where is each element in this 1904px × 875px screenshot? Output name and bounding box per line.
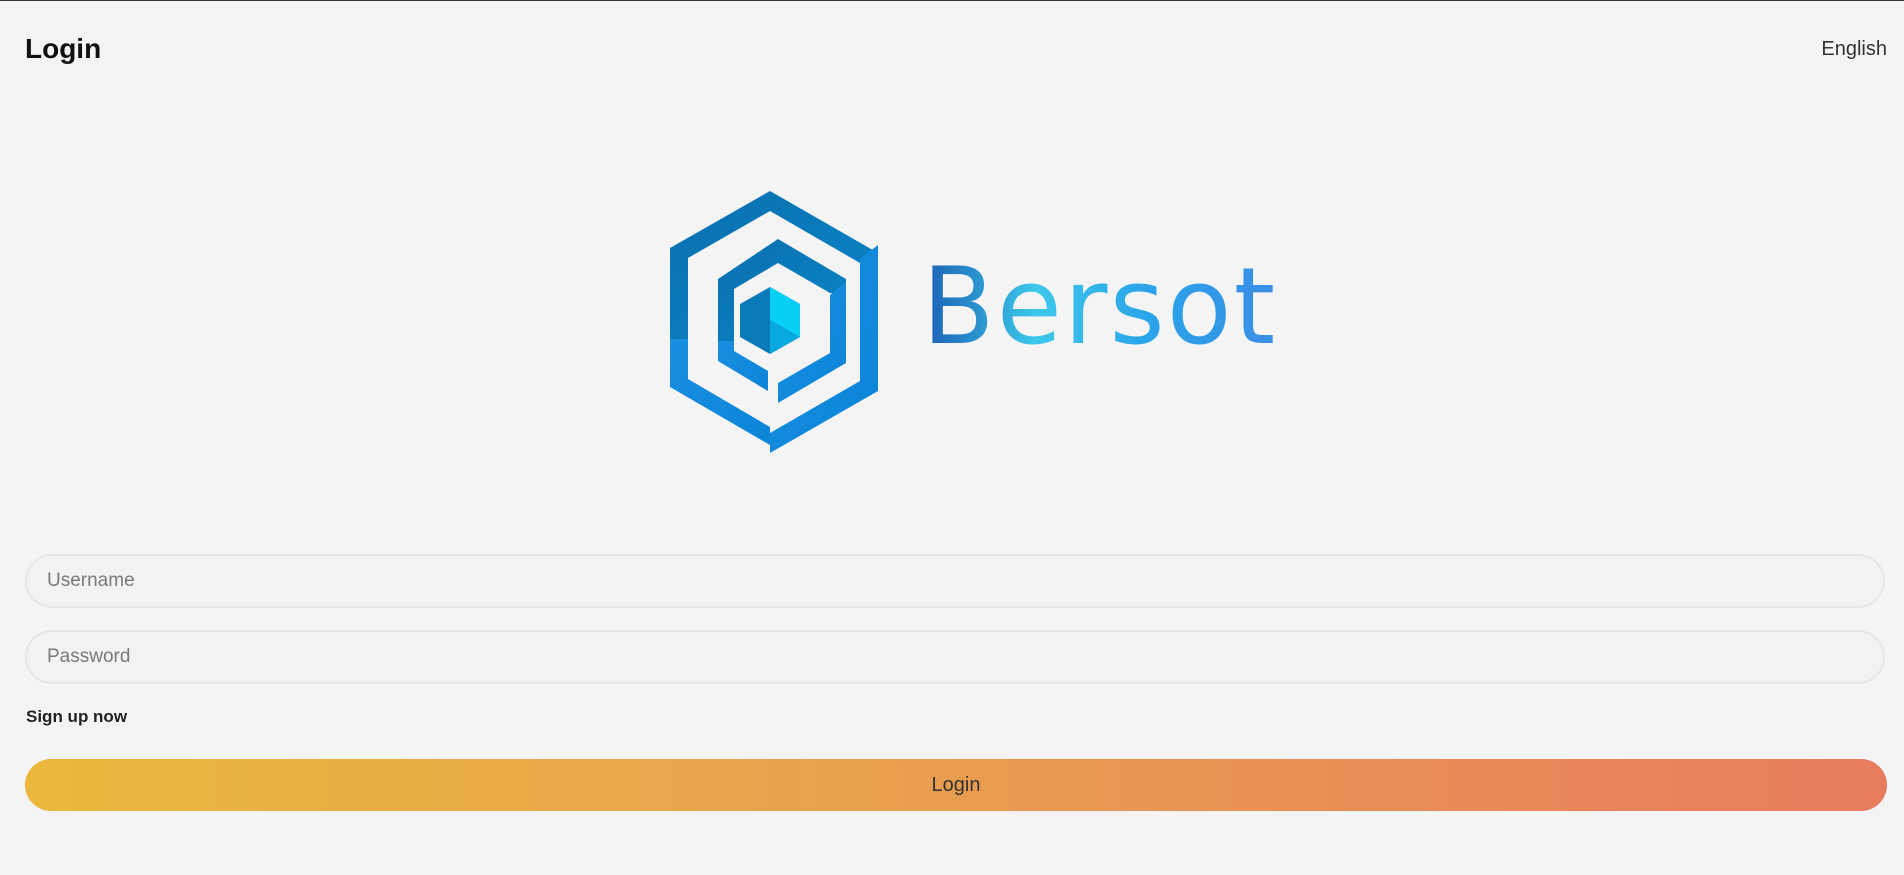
username-input[interactable] [25, 554, 1885, 608]
language-selector[interactable]: English [1821, 29, 1887, 69]
logo-wordmark: Bersot [922, 245, 1278, 368]
header: Login English [25, 29, 1887, 69]
page-title: Login [25, 33, 102, 64]
password-input[interactable] [25, 630, 1885, 684]
login-button[interactable]: Login [25, 759, 1887, 811]
login-page: Login English Bersot Username Sign up no… [0, 0, 1904, 875]
sign-up-link[interactable]: Sign up now [26, 706, 127, 728]
